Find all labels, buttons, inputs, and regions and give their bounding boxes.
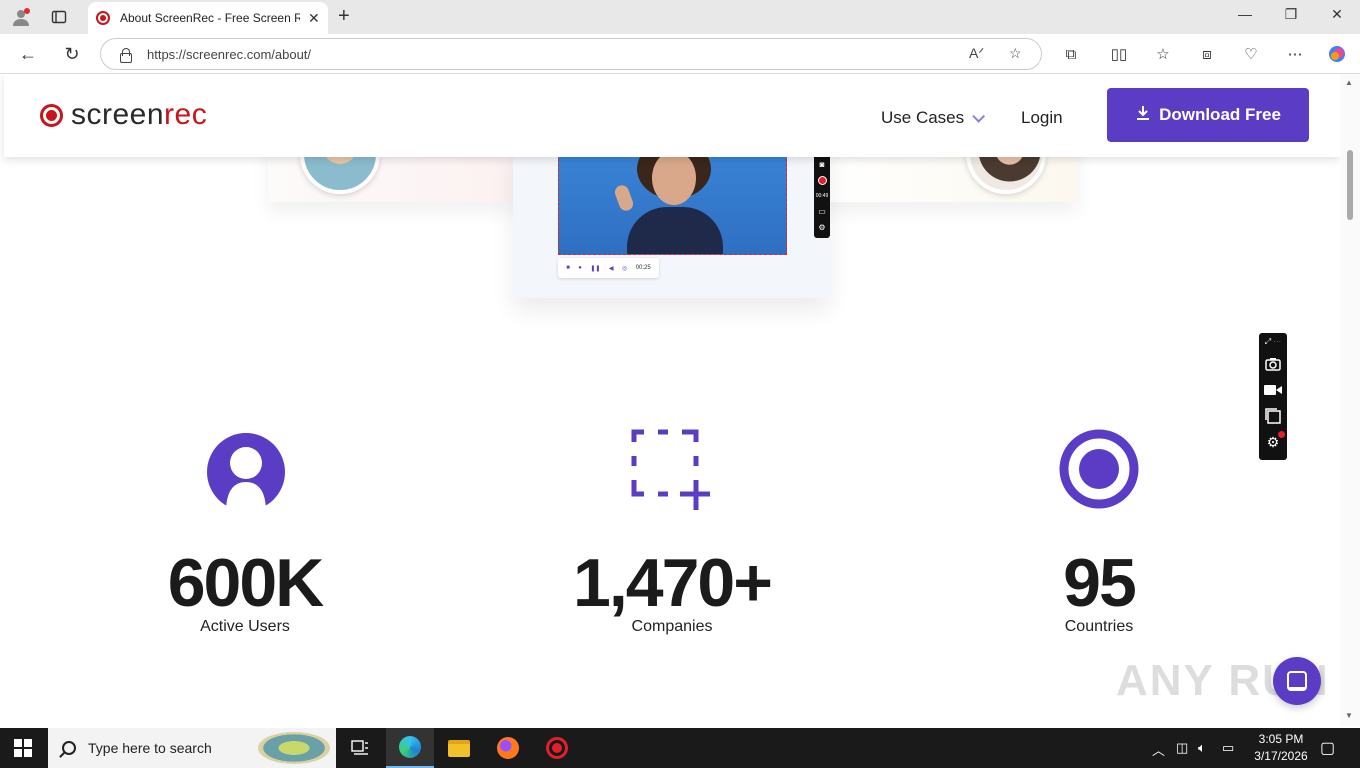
clock-date: 3/17/2026 [1254, 749, 1308, 763]
record-dot-icon [1059, 429, 1139, 514]
logo-record-icon [40, 103, 63, 127]
recording-control-bar: ■ ● ❚❚ ◀ ◎ 00:25 [558, 258, 659, 278]
settings-gear-icon[interactable]: ⚙ [1264, 431, 1285, 451]
chat-launcher-button[interactable] [1273, 657, 1321, 705]
download-button-label: Download Free [1159, 105, 1281, 124]
selection-add-icon [630, 428, 714, 517]
refresh-icon[interactable]: ↻ [60, 42, 84, 66]
scroll-down-icon[interactable]: ▼ [1345, 711, 1353, 720]
tab-title: About ScreenRec - Free Screen Re [120, 11, 300, 25]
taskbar-search-placeholder: Type here to search [88, 740, 212, 756]
search-highlight-image [258, 732, 330, 764]
page-viewport: ◙ 00:49 ▭ ⚙ ■ ● ❚❚ ◀ ◎ 00:25 screenrec U… [0, 74, 1340, 726]
taskbar-clock[interactable]: 3:05 PM 3/17/2026 [1244, 731, 1318, 765]
webcam-icon: ◎ [621, 265, 628, 272]
recorder-mini-toolbar: ◙ 00:49 ▭ ⚙ [814, 154, 830, 238]
browser-navbar: ← ↻ https://screenrec.com/about/ Aᐟ ☆ ⧉ … [0, 34, 1360, 74]
taskbar-firefox-icon[interactable] [484, 728, 532, 768]
stat-number-companies: 1,470+ [573, 545, 773, 621]
more-menu-icon[interactable]: ⋯ [1285, 44, 1305, 64]
camera-icon: ◙ [819, 159, 825, 169]
window-icon: ▭ [818, 206, 826, 216]
control-bar-timer: 00:25 [635, 265, 651, 271]
taskbar-edge-icon[interactable] [386, 728, 434, 768]
gallery-icon[interactable] [1264, 407, 1282, 425]
site-header: screenrec Use Cases Login Download Free [4, 74, 1340, 157]
close-window-button[interactable]: ✕ [1314, 6, 1360, 23]
tray-network-icon[interactable]: ▭ [1222, 740, 1234, 756]
task-view-icon[interactable] [336, 728, 384, 768]
logo-text: screenrec [71, 98, 208, 131]
video-record-icon[interactable] [1264, 381, 1282, 399]
minimize-button[interactable]: — [1222, 6, 1268, 22]
lock-icon[interactable] [119, 48, 132, 63]
scroll-thumb[interactable] [1347, 150, 1353, 220]
screenrec-logo[interactable]: screenrec [40, 98, 207, 132]
widget-menu-icon[interactable]: ⤢ ⋯ [1265, 337, 1282, 351]
gear-icon: ⚙ [818, 223, 826, 233]
taskbar-screenrec-icon[interactable] [533, 728, 581, 768]
address-bar[interactable]: https://screenrec.com/about/ Aᐟ ☆ [100, 38, 1042, 70]
extensions-icon[interactable]: ⧉ [1061, 44, 1081, 64]
scroll-up-icon[interactable]: ▲ [1345, 78, 1353, 87]
notification-center-icon[interactable]: ▢ [1320, 738, 1335, 758]
tab-close-icon[interactable]: ✕ [308, 10, 320, 27]
pause-icon: ❚❚ [590, 265, 601, 272]
download-icon [1135, 105, 1151, 126]
split-screen-icon[interactable]: ▯▯ [1109, 44, 1129, 64]
search-icon [62, 741, 76, 755]
browser-tabbar: About ScreenRec - Free Screen Re ✕ + — ❐… [0, 0, 1360, 34]
tray-volume-icon[interactable]: 🔈︎ [1198, 740, 1206, 756]
screenshot-camera-icon[interactable] [1264, 355, 1282, 373]
stat-number-users: 600K [167, 545, 325, 621]
windows-start-icon[interactable] [14, 739, 32, 757]
speaker-icon: ◀ [608, 265, 614, 272]
favorite-star-icon[interactable]: ☆ [1009, 45, 1022, 62]
browser-essentials-icon[interactable]: ♡ [1241, 44, 1261, 64]
download-free-button[interactable]: Download Free [1107, 88, 1309, 142]
recording-video-frame [558, 144, 787, 255]
stat-label-countries: Countries [1064, 618, 1134, 635]
read-aloud-icon[interactable]: Aᐟ [969, 45, 984, 62]
clock-time: 3:05 PM [1258, 732, 1304, 746]
tray-meet-icon[interactable]: ◫ [1176, 740, 1188, 756]
chat-icon [1287, 671, 1307, 691]
notification-badge [1278, 431, 1285, 438]
stat-number-countries: 95 [1063, 545, 1137, 621]
screenrec-floating-widget[interactable]: ⤢ ⋯ ⚙ [1259, 333, 1287, 460]
stat-label-users: Active Users [200, 618, 290, 635]
record-icon [817, 176, 827, 186]
stat-label-companies: Companies [631, 618, 713, 635]
restore-button[interactable]: ❐ [1268, 6, 1314, 23]
chevron-down-icon [972, 109, 986, 123]
url-text[interactable]: https://screenrec.com/about/ [147, 47, 311, 62]
tab-actions-icon[interactable] [48, 6, 70, 28]
stop-icon: ■ [566, 265, 570, 271]
copilot-icon[interactable] [1327, 44, 1347, 64]
profile-icon[interactable] [10, 6, 32, 28]
taskbar-file-explorer-icon[interactable] [435, 728, 483, 768]
screenrec-favicon-icon [96, 11, 110, 25]
favorites-icon[interactable]: ☆ [1153, 44, 1173, 64]
nav-use-cases[interactable]: Use Cases [881, 108, 986, 128]
user-icon [206, 432, 286, 517]
nav-login-link[interactable]: Login [1021, 108, 1063, 128]
mini-timer: 00:49 [815, 192, 829, 199]
nav-use-cases-label: Use Cases [881, 108, 965, 127]
new-tab-button[interactable]: + [338, 5, 350, 28]
mic-icon: ● [578, 265, 582, 271]
collections-icon[interactable]: ⧈ [1197, 44, 1217, 64]
browser-tab-active[interactable]: About ScreenRec - Free Screen Re ✕ [88, 2, 328, 34]
tray-chevron-up-icon[interactable]: ︿ [1152, 740, 1165, 759]
taskbar-search-box[interactable]: Type here to search [48, 728, 336, 768]
back-arrow-icon[interactable]: ← [16, 42, 40, 66]
page-scrollbar[interactable]: ▲ ▼ [1340, 74, 1360, 726]
windows-taskbar: Type here to search ︿ ◫ 🔈︎ ▭ 3:05 PM 3/1… [0, 728, 1360, 768]
